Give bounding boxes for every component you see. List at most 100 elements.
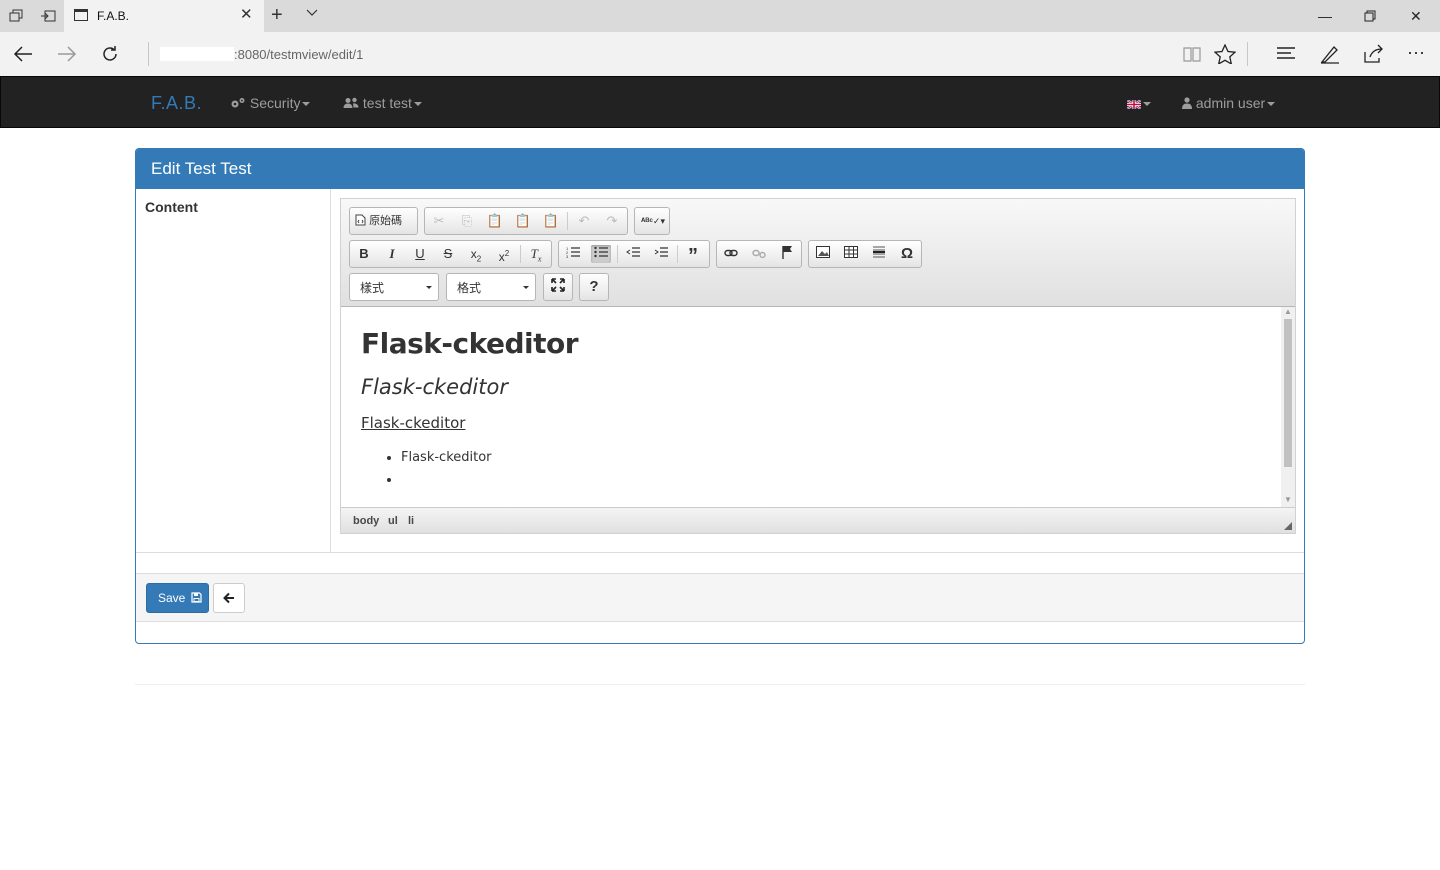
unlink-icon[interactable]	[749, 245, 769, 263]
user-menu-label: admin user	[1195, 95, 1266, 111]
maximize-icon[interactable]	[548, 278, 568, 296]
list-item: Flask-ckeditor	[401, 450, 492, 472]
share-icon[interactable]	[1362, 44, 1384, 64]
editor-toolbar: 原始碼 ✂ ⎘ 📋 📋 📋 ↶ ↷ ᴬᴮᶜ✓▾ B I U S x2 x2 Tx…	[341, 199, 1295, 307]
content-heading-2: Flask-ckeditor	[361, 375, 508, 399]
numbered-list-icon[interactable]: 123	[563, 245, 583, 263]
brand-link[interactable]: F.A.B.	[151, 93, 202, 114]
toolbar-separator	[677, 245, 678, 263]
copy-icon[interactable]: ⎘	[457, 212, 477, 230]
image-icon[interactable]	[813, 245, 833, 263]
format-dropdown[interactable]: 格式	[446, 273, 536, 301]
arrow-left-icon	[223, 592, 234, 604]
users-icon	[343, 97, 359, 108]
hub-icon[interactable]	[1275, 44, 1297, 64]
resize-handle-icon[interactable]	[1284, 522, 1292, 530]
favorite-star-icon[interactable]	[1214, 44, 1236, 64]
toolbar-group-document: 原始碼	[349, 207, 418, 235]
paste-word-icon[interactable]: 📋	[541, 212, 561, 230]
tab-actions-icon[interactable]	[8, 8, 24, 24]
special-character-icon[interactable]: Ω	[897, 245, 917, 263]
close-window-icon[interactable]: ✕	[1410, 8, 1422, 24]
source-button[interactable]: 原始碼	[353, 212, 415, 230]
field-label-cell: Content	[136, 189, 331, 553]
more-options-icon[interactable]: ···	[1407, 42, 1425, 63]
bulleted-list-icon[interactable]	[591, 245, 611, 263]
minimize-icon[interactable]: —	[1318, 8, 1332, 24]
toolbar-group-tools	[543, 273, 573, 301]
page-footer-rule	[135, 684, 1305, 685]
new-tab-icon[interactable]: +	[271, 5, 283, 25]
horizontal-line-icon[interactable]	[869, 245, 889, 263]
bold-icon[interactable]: B	[354, 245, 374, 263]
address-input[interactable]: :8080/testmview/edit/1	[234, 47, 363, 62]
path-crumb-li[interactable]: li	[408, 515, 414, 527]
styles-dropdown[interactable]: 樣式	[349, 273, 439, 301]
scroll-up-icon[interactable]: ▲	[1284, 307, 1292, 316]
superscript-icon[interactable]: x2	[494, 245, 514, 264]
content-underlined-text: Flask-ckeditor	[361, 414, 466, 432]
source-button-label: 原始碼	[369, 215, 403, 227]
toolbar-separator	[617, 245, 618, 263]
app-navbar: F.A.B. Security test test admin user	[0, 76, 1440, 128]
restore-icon[interactable]	[1364, 10, 1376, 22]
help-icon[interactable]: ?	[584, 278, 604, 296]
set-tabs-aside-icon[interactable]	[40, 8, 56, 24]
gears-icon	[231, 98, 245, 108]
save-button[interactable]: Save	[146, 583, 209, 613]
security-menu[interactable]: Security	[230, 95, 311, 111]
blockquote-icon[interactable]: ”	[683, 245, 703, 267]
editor-path-bar: body ul li	[341, 507, 1295, 533]
format-dropdown-label: 格式	[457, 281, 482, 295]
edit-panel: Edit Test Test Content 原始碼 ✂ ⎘ 📋 📋 📋 ↶ ↷…	[135, 148, 1305, 644]
scroll-down-icon[interactable]: ▼	[1284, 495, 1292, 504]
user-icon	[1182, 97, 1192, 109]
outdent-icon[interactable]	[623, 245, 643, 263]
scrollbar-thumb[interactable]	[1284, 319, 1292, 467]
back-arrow-icon[interactable]	[12, 44, 34, 64]
toolbar-group-clipboard: ✂ ⎘ 📋 📋 📋 ↶ ↷	[424, 207, 628, 235]
browser-tab-active[interactable]: F.A.B. ✕	[64, 0, 264, 32]
refresh-icon[interactable]	[100, 44, 120, 64]
underline-icon[interactable]: U	[410, 245, 430, 263]
caret-down-icon	[302, 102, 311, 107]
language-menu[interactable]	[1127, 95, 1151, 111]
cut-icon[interactable]: ✂	[429, 212, 449, 230]
path-crumb-ul[interactable]: ul	[388, 515, 398, 527]
italic-icon[interactable]: I	[382, 245, 402, 263]
chevron-down-icon[interactable]	[305, 6, 319, 20]
content-field-label: Content	[145, 199, 198, 215]
address-separator	[148, 42, 149, 66]
anchor-flag-icon[interactable]	[777, 245, 797, 263]
redo-icon[interactable]: ↷	[602, 212, 622, 230]
toolbar-group-insert: Ω	[808, 240, 922, 268]
close-tab-icon[interactable]: ✕	[240, 7, 253, 23]
paste-icon[interactable]: 📋	[485, 212, 505, 230]
editor-content-area[interactable]: Flask-ckeditor Flask-ckeditor Flask-cked…	[341, 307, 1295, 507]
save-button-label: Save	[158, 591, 186, 605]
user-menu[interactable]: admin user	[1182, 95, 1276, 111]
back-button[interactable]	[213, 583, 245, 613]
paste-text-icon[interactable]: 📋	[513, 212, 533, 230]
test-menu[interactable]: test test	[343, 95, 422, 111]
indent-icon[interactable]	[651, 245, 671, 263]
strikethrough-icon[interactable]: S	[438, 245, 458, 263]
toolbar-separator	[520, 245, 521, 263]
forward-arrow-icon[interactable]	[56, 44, 78, 64]
floppy-disk-icon	[191, 592, 202, 603]
table-icon[interactable]	[841, 245, 861, 263]
web-note-icon[interactable]	[1319, 44, 1341, 64]
rich-text-editor: 原始碼 ✂ ⎘ 📋 📋 📋 ↶ ↷ ᴬᴮᶜ✓▾ B I U S x2 x2 Tx…	[340, 198, 1296, 534]
test-menu-label: test test	[362, 95, 412, 111]
path-crumb-body[interactable]: body	[353, 515, 379, 527]
caret-down-icon	[1143, 102, 1151, 107]
link-icon[interactable]	[721, 245, 741, 263]
toolbar-separator	[1247, 42, 1248, 66]
remove-format-icon[interactable]: Tx	[526, 245, 546, 264]
editor-scrollbar[interactable]: ▲ ▼	[1281, 307, 1295, 507]
spellcheck-icon[interactable]: ᴬᴮᶜ✓▾	[639, 212, 667, 230]
subscript-icon[interactable]: x2	[466, 245, 486, 263]
reading-view-icon[interactable]	[1182, 44, 1202, 64]
list-item	[401, 472, 492, 494]
undo-icon[interactable]: ↶	[574, 212, 594, 230]
